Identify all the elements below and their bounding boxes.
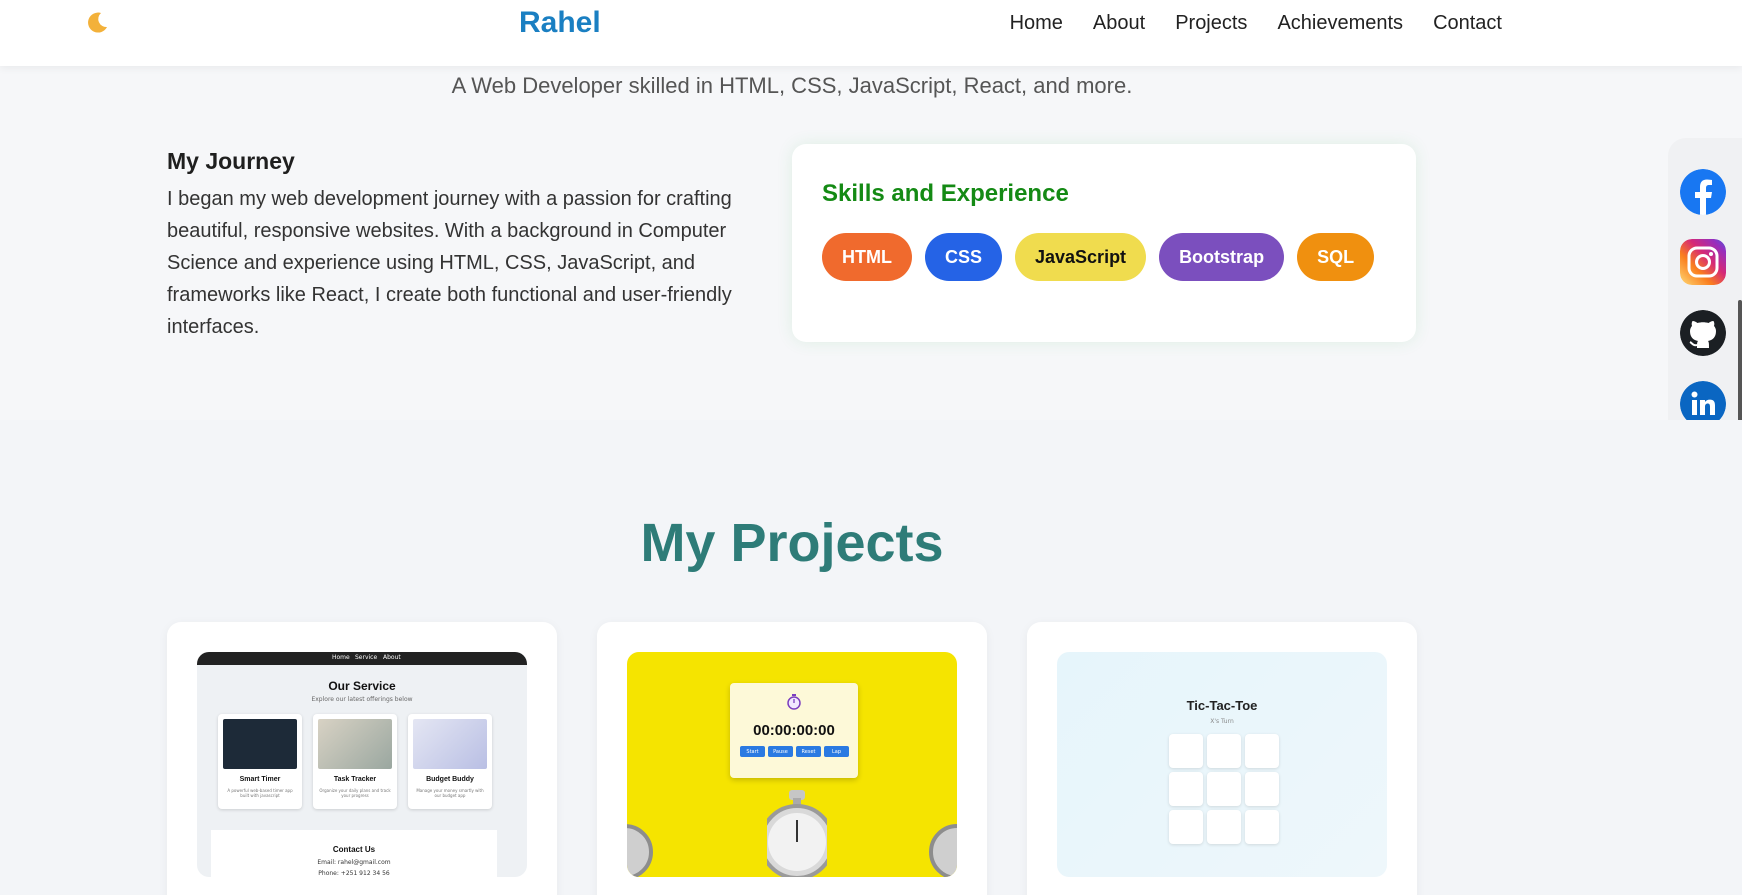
- project-card-2[interactable]: 00:00:00:00 Start Pause Reset Lap: [597, 622, 987, 895]
- mock-nav-service: Service: [355, 654, 378, 661]
- stopwatch-icon: [787, 694, 801, 710]
- mock-subheading: Explore our latest offerings below: [311, 696, 413, 703]
- mock-navbar: Home Service About: [197, 652, 527, 665]
- mock-service-card: Task Tracker Organize your daily plans a…: [313, 714, 397, 809]
- grid-cell: [1207, 772, 1241, 806]
- nav-contact[interactable]: Contact: [1433, 12, 1502, 35]
- grid-cell: [1245, 734, 1279, 768]
- mock-lap-button: Lap: [824, 746, 849, 757]
- stopwatch-illustration: [929, 824, 957, 877]
- site-header: Rahel Home About Projects Achievements C…: [0, 0, 1742, 66]
- mock-service-desc: A powerful web-based timer app built wit…: [227, 788, 293, 798]
- mock-service-image: [318, 719, 392, 769]
- skill-html: HTML: [822, 233, 912, 281]
- journey-section: My Journey I began my web development jo…: [167, 148, 747, 343]
- mock-reset-button: Reset: [796, 746, 821, 757]
- project-thumbnail-services: Home Service About Our Service Explore o…: [197, 652, 527, 877]
- github-icon[interactable]: [1680, 310, 1726, 356]
- mock-pause-button: Pause: [768, 746, 793, 757]
- skills-card: Skills and Experience HTML CSS JavaScrip…: [792, 144, 1416, 342]
- mock-nav-about: About: [383, 654, 401, 661]
- brand-logo[interactable]: Rahel: [519, 6, 601, 40]
- stopwatch-time: 00:00:00:00: [753, 722, 835, 739]
- mock-start-button: Start: [740, 746, 765, 757]
- skills-list: HTML CSS JavaScript Bootstrap SQL: [822, 233, 1375, 281]
- project-thumbnail-stopwatch: 00:00:00:00 Start Pause Reset Lap: [627, 652, 957, 877]
- grid-cell: [1169, 772, 1203, 806]
- nav-home[interactable]: Home: [1010, 12, 1063, 35]
- mock-service-image: [413, 719, 487, 769]
- mock-game-title: Tic-Tac-Toe: [1186, 698, 1258, 713]
- main-nav: Home About Projects Achievements Contact: [1010, 12, 1502, 35]
- projects-title: My Projects: [640, 513, 944, 573]
- grid-cell: [1169, 734, 1203, 768]
- grid-cell: [1207, 810, 1241, 844]
- nav-about[interactable]: About: [1093, 12, 1145, 35]
- mock-contact-phone: Phone: +251 912 34 56: [318, 870, 390, 877]
- mock-service-desc: Manage your money smartly with our budge…: [416, 788, 484, 798]
- grid-cell: [1169, 810, 1203, 844]
- mock-contact-email: Email: rahel@gmail.com: [317, 859, 391, 866]
- nav-achievements[interactable]: Achievements: [1277, 12, 1403, 35]
- stopwatch-illustration: [767, 790, 827, 877]
- mock-service-desc: Organize your daily plans and track your…: [319, 788, 391, 798]
- mock-service-name: Budget Buddy: [426, 776, 474, 783]
- mock-service-name: Task Tracker: [333, 776, 377, 783]
- project-card-3[interactable]: Tic-Tac-Toe X's Turn: [1027, 622, 1417, 895]
- stopwatch-illustration: [627, 824, 653, 877]
- mock-game-turn: X's Turn: [1210, 718, 1234, 725]
- mock-contact-section: Contact Us Email: rahel@gmail.com Phone:…: [211, 830, 497, 877]
- project-card-1[interactable]: Home Service About Our Service Explore o…: [167, 622, 557, 895]
- grid-cell: [1245, 772, 1279, 806]
- skills-title: Skills and Experience: [822, 180, 1069, 207]
- skill-sql: SQL: [1297, 233, 1375, 281]
- facebook-icon[interactable]: [1680, 169, 1726, 215]
- stopwatch-buttons: Start Pause Reset Lap: [740, 746, 849, 757]
- skill-javascript: JavaScript: [1015, 233, 1147, 281]
- mock-service-card: Budget Buddy Manage your money smartly w…: [408, 714, 492, 809]
- journey-title: My Journey: [167, 148, 295, 174]
- instagram-icon[interactable]: [1680, 239, 1726, 285]
- mock-heading: Our Service: [328, 679, 396, 693]
- social-sidebar: [1668, 138, 1742, 460]
- hero-tagline: A Web Developer skilled in HTML, CSS, Ja…: [451, 73, 1133, 98]
- journey-text: I began my web development journey with …: [167, 188, 732, 338]
- stopwatch-panel: 00:00:00:00 Start Pause Reset Lap: [730, 683, 858, 778]
- mock-nav-home: Home: [332, 654, 350, 661]
- nav-projects[interactable]: Projects: [1175, 12, 1247, 35]
- grid-cell: [1245, 810, 1279, 844]
- mock-contact-title: Contact Us: [332, 845, 376, 854]
- mock-service-image: [223, 719, 297, 769]
- mock-game-grid: [1169, 734, 1279, 844]
- grid-cell: [1207, 734, 1241, 768]
- mock-service-card: Smart Timer A powerful web-based timer a…: [218, 714, 302, 809]
- mock-service-name: Smart Timer: [239, 776, 281, 783]
- project-thumbnail-tictactoe: Tic-Tac-Toe X's Turn: [1057, 652, 1387, 877]
- moon-icon[interactable]: [84, 10, 110, 36]
- skill-css: CSS: [924, 233, 1002, 281]
- skill-bootstrap: Bootstrap: [1159, 233, 1285, 281]
